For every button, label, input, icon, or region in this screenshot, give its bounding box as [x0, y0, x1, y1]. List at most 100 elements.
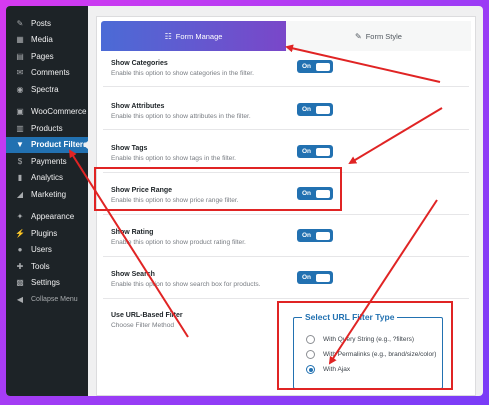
radio-label: With Query String (e.g., ?filters)	[323, 336, 415, 343]
marketing-icon: ◢	[16, 189, 24, 199]
admin-sidebar: ✎ Posts ▦ Media ▤ Pages ✉ Comments ◉ Spectra …	[6, 6, 88, 396]
setting-row-attributes: Show Attributes Enable this option to sh…	[111, 103, 461, 120]
row-divider	[103, 129, 469, 130]
tools-icon: ✚	[16, 261, 24, 271]
setting-row-rating: Show Rating Enable this option to show p…	[111, 229, 461, 246]
row-divider	[103, 256, 469, 257]
toggle-label: On	[302, 274, 312, 281]
radio-button[interactable]	[306, 335, 315, 344]
comments-icon: ✉	[16, 68, 24, 78]
row-divider	[103, 172, 469, 173]
sidebar-item-appearance[interactable]: ✦ Appearance	[6, 209, 88, 226]
radio-button-selected[interactable]	[306, 365, 315, 374]
sidebar-item-spectra[interactable]: ◉ Spectra	[6, 81, 88, 98]
products-icon: ▥	[16, 123, 24, 133]
setting-row-price-range: Show Price Range Enable this option to s…	[111, 187, 461, 204]
sidebar-item-label: Marketing	[31, 189, 67, 199]
spectra-icon: ◉	[16, 84, 24, 94]
setting-description: Enable this option to show search box fo…	[111, 281, 261, 288]
sidebar-item-comments[interactable]: ✉ Comments	[6, 65, 88, 82]
users-icon: ●	[17, 245, 23, 255]
media-icon: ▦	[16, 35, 24, 45]
sidebar-item-payments[interactable]: $ Payments	[6, 153, 88, 170]
sidebar-item-label: Tools	[31, 261, 50, 271]
show-categories-toggle[interactable]: On	[297, 60, 333, 73]
payments-icon: $	[17, 156, 23, 166]
setting-row-categories: Show Categories Enable this option to sh…	[111, 60, 461, 77]
tab-form-manage[interactable]: ☷ Form Manage	[101, 21, 286, 51]
setting-title: Show Search	[111, 271, 155, 278]
show-attributes-toggle[interactable]: On	[297, 103, 333, 116]
sidebar-item-products[interactable]: ▥ Products	[6, 120, 88, 137]
show-tags-toggle[interactable]: On	[297, 145, 333, 158]
setting-description: Enable this option to show tags in the f…	[111, 155, 236, 162]
toggle-label: On	[302, 232, 312, 239]
setting-description: Enable this option to show price range f…	[111, 197, 239, 204]
sidebar-item-settings[interactable]: ▩ Settings	[6, 275, 88, 292]
setting-title: Show Tags	[111, 145, 148, 152]
app-frame: ✎ Posts ▦ Media ▤ Pages ✉ Comments ◉ Spectra …	[6, 6, 483, 396]
setting-description: Enable this option to show product ratin…	[111, 239, 246, 246]
toggle-label: On	[302, 63, 312, 70]
sidebar-item-marketing[interactable]: ◢ Marketing	[6, 186, 88, 203]
sidebar-item-analytics[interactable]: ▮ Analytics	[6, 170, 88, 187]
url-filter-type-group: Select URL Filter Type With Query String…	[293, 312, 443, 389]
radio-option-permalinks[interactable]: With Permalinks (e.g., brand/size/color)	[306, 347, 442, 362]
sidebar-item-label: Pages	[31, 51, 54, 61]
show-rating-toggle[interactable]: On	[297, 229, 333, 242]
appearance-icon: ✦	[16, 212, 24, 222]
brush-icon: ✎	[355, 31, 362, 41]
sidebar-item-label: Product Filters	[31, 140, 88, 150]
sidebar-item-media[interactable]: ▦ Media	[6, 32, 88, 49]
toggle-knob	[316, 231, 330, 240]
setting-title: Show Categories	[111, 60, 168, 67]
toggle-knob	[316, 273, 330, 282]
sidebar-collapse-menu[interactable]: ◀ Collapse Menu	[6, 291, 88, 308]
sidebar-item-label: Collapse Menu	[31, 295, 78, 303]
tab-label: Form Manage	[175, 31, 223, 41]
radio-label: With Permalinks (e.g., brand/size/color)	[323, 351, 437, 358]
sidebar-item-label: Media	[31, 35, 53, 45]
row-divider	[103, 298, 469, 299]
sidebar-item-product-filters[interactable]: ▼ Product Filters	[6, 136, 88, 153]
settings-panel: ☷ Form Manage ✎ Form Style Show Categories…	[96, 16, 476, 396]
setting-description: Enable this option to show categories in…	[111, 70, 254, 77]
collapse-icon: ◀	[16, 294, 24, 304]
radio-button[interactable]	[306, 350, 315, 359]
sidebar-item-label: Settings	[31, 278, 60, 288]
toggle-label: On	[302, 190, 312, 197]
radio-label: With Ajax	[323, 366, 351, 373]
setting-row-tags: Show Tags Enable this option to show tag…	[111, 145, 461, 162]
setting-title: Show Attributes	[111, 103, 165, 110]
sidebar-item-pages[interactable]: ▤ Pages	[6, 48, 88, 65]
sidebar-item-label: Appearance	[31, 212, 75, 222]
sidebar-item-tools[interactable]: ✚ Tools	[6, 258, 88, 275]
plugins-icon: ⚡	[15, 228, 25, 238]
sidebar-item-plugins[interactable]: ⚡ Plugins	[6, 225, 88, 242]
toggle-label: On	[302, 148, 312, 155]
analytics-icon: ▮	[17, 173, 23, 183]
sidebar-item-label: Posts	[31, 18, 52, 28]
setting-description: Enable this option to show attributes in…	[111, 113, 251, 120]
setting-title: Show Rating	[111, 229, 154, 236]
tab-label: Form Style	[365, 31, 402, 41]
settings-icon: ▩	[16, 278, 24, 288]
sidebar-item-label: Analytics	[31, 173, 64, 183]
sidebar-item-users[interactable]: ● Users	[6, 242, 88, 259]
sidebar-item-label: Products	[31, 123, 63, 133]
toggle-knob	[316, 62, 330, 71]
sidebar-item-label: Plugins	[31, 228, 58, 238]
radio-option-ajax[interactable]: With Ajax	[306, 362, 442, 377]
sidebar-item-posts[interactable]: ✎ Posts	[6, 15, 88, 32]
woocommerce-icon: ▣	[16, 107, 24, 117]
show-price-range-toggle[interactable]: On	[297, 187, 333, 200]
tab-bar: ☷ Form Manage ✎ Form Style	[101, 21, 471, 51]
sidebar-item-woocommerce[interactable]: ▣ WooCommerce	[6, 104, 88, 121]
sidebar-item-label: Spectra	[31, 84, 59, 94]
show-search-toggle[interactable]: On	[297, 271, 333, 284]
sidebar-item-label: Payments	[31, 156, 67, 166]
tab-form-style[interactable]: ✎ Form Style	[286, 21, 471, 51]
radio-option-query-string[interactable]: With Query String (e.g., ?filters)	[306, 332, 442, 347]
filter-icon: ▼	[16, 140, 24, 150]
toggle-knob	[316, 105, 330, 114]
